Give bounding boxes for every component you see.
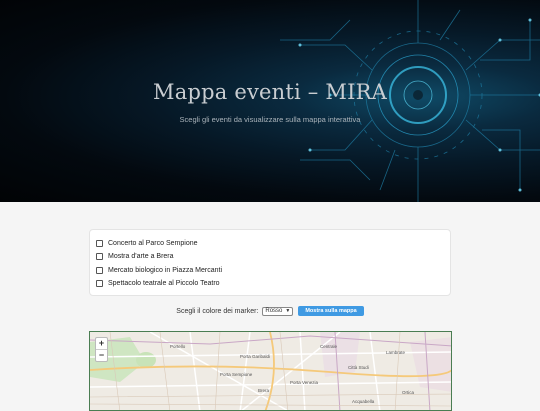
map-tiles xyxy=(90,332,452,411)
color-select[interactable]: Rosso ▼ xyxy=(262,307,293,316)
event-checkbox[interactable] xyxy=(96,267,103,274)
event-item[interactable]: Spettacolo teatrale al Piccolo Teatro xyxy=(96,277,444,290)
map-label: Porta Venezia xyxy=(290,380,318,385)
event-item[interactable]: Mostra d'arte a Brera xyxy=(96,250,444,263)
hero-banner: Mappa eventi – MIRA Scegli gli eventi da… xyxy=(0,0,540,202)
marker-controls: Scegli il colore dei marker: Rosso ▼ Mos… xyxy=(0,306,540,316)
map-label: Portello xyxy=(170,344,185,349)
page-title: Mappa eventi – MIRA xyxy=(0,80,540,104)
event-checkbox[interactable] xyxy=(96,253,103,260)
event-item[interactable]: Mercato biologico in Piazza Mercanti xyxy=(96,264,444,277)
map-label: Porta Sempione xyxy=(220,372,252,377)
event-checkbox[interactable] xyxy=(96,280,103,287)
show-on-map-button[interactable]: Mostra sulla mappa xyxy=(298,306,363,316)
zoom-control: + − xyxy=(95,337,108,362)
color-label: Scegli il colore dei marker: xyxy=(176,308,258,315)
map-label: Lambrate xyxy=(386,350,405,355)
color-select-value: Rosso xyxy=(265,308,282,314)
event-label: Mercato biologico in Piazza Mercanti xyxy=(108,267,222,274)
event-map[interactable]: + − Portello Porta Garibaldi Centrale La… xyxy=(89,331,452,411)
event-item[interactable]: Concerto al Parco Sempione xyxy=(96,237,444,250)
zoom-out-button[interactable]: − xyxy=(96,349,107,361)
map-label: Centrale xyxy=(320,344,337,349)
event-label: Mostra d'arte a Brera xyxy=(108,253,174,260)
map-label: Ortica xyxy=(402,390,414,395)
event-list: Concerto al Parco Sempione Mostra d'arte… xyxy=(89,229,451,296)
map-label: Brera xyxy=(258,388,269,393)
chevron-down-icon: ▼ xyxy=(285,308,290,314)
event-label: Concerto al Parco Sempione xyxy=(108,240,198,247)
event-label: Spettacolo teatrale al Piccolo Teatro xyxy=(108,280,220,287)
map-label: Porta Garibaldi xyxy=(240,354,270,359)
zoom-in-button[interactable]: + xyxy=(96,338,107,349)
event-checkbox[interactable] xyxy=(96,240,103,247)
map-label: Città Studi xyxy=(348,365,369,370)
page-subtitle: Scegli gli eventi da visualizzare sulla … xyxy=(0,115,540,124)
map-label: Acquabella xyxy=(352,399,374,404)
